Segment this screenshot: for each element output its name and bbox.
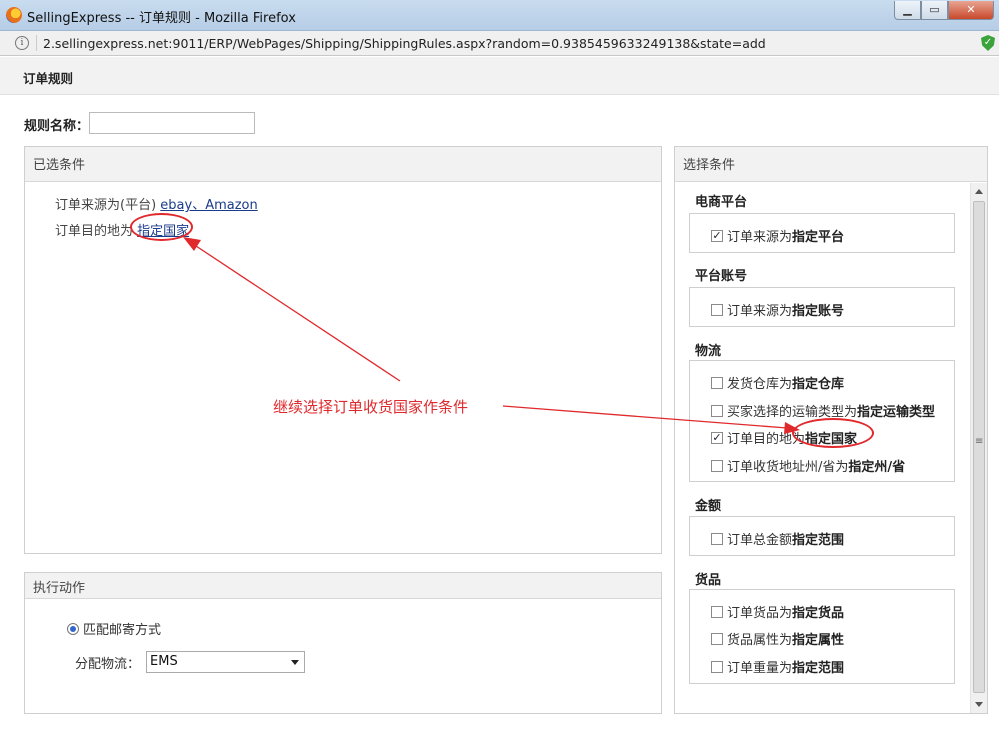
arrow-head-left xyxy=(183,237,201,251)
arrow-line-right xyxy=(502,405,788,429)
annotation-arrows xyxy=(183,237,800,434)
arrow-head-right xyxy=(784,422,800,434)
arrow-line-left xyxy=(192,243,401,382)
